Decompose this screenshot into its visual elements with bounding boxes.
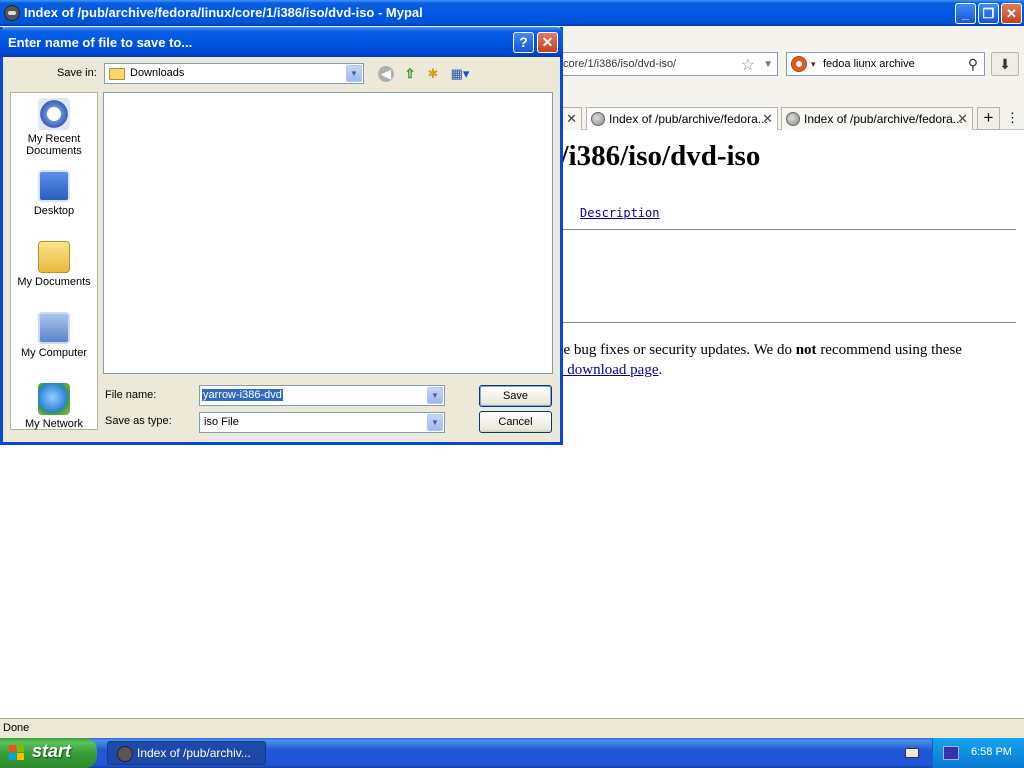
new-folder-icon[interactable]: ✱ bbox=[425, 66, 441, 82]
chevron-down-icon[interactable]: ▼ bbox=[346, 65, 362, 82]
save-as-type-label: Save as type: bbox=[105, 415, 172, 427]
save-as-type-value: iso File bbox=[204, 416, 239, 428]
start-label: start bbox=[32, 741, 72, 761]
clock[interactable]: 6:58 PM bbox=[971, 746, 1012, 758]
tab-close-icon[interactable]: ✕ bbox=[566, 111, 577, 127]
tab-partial[interactable]: ✕ bbox=[560, 107, 582, 130]
file-list[interactable] bbox=[103, 92, 553, 374]
start-button[interactable]: start bbox=[0, 738, 97, 768]
up-folder-icon[interactable]: ⇧ bbox=[402, 66, 418, 82]
recent-documents-icon bbox=[38, 98, 70, 130]
my-documents-icon bbox=[38, 241, 70, 273]
place-label: My Documents bbox=[17, 276, 91, 288]
minimize-button[interactable]: _ bbox=[955, 3, 976, 24]
file-name-value: yarrow-i386-dvd bbox=[202, 389, 283, 401]
notice-text: recommend using these bbox=[816, 342, 962, 358]
search-icon[interactable]: ⚲ bbox=[968, 56, 978, 73]
chevron-down-icon[interactable]: ▼ bbox=[427, 387, 443, 404]
notice-text: . bbox=[658, 362, 663, 378]
search-engine-icon[interactable] bbox=[791, 56, 807, 72]
notice-text: ve bug fixes or security updates. We do bbox=[556, 342, 796, 358]
browser-title: Index of /pub/archive/fedora/linux/core/… bbox=[24, 5, 423, 20]
engine-dropdown-icon[interactable]: ▾ bbox=[811, 59, 816, 70]
folder-icon bbox=[109, 68, 125, 80]
bookmark-star-icon[interactable]: ☆ bbox=[741, 55, 755, 75]
tab-close-icon[interactable]: ✕ bbox=[762, 111, 773, 127]
place-my-documents[interactable]: My Documents bbox=[10, 241, 98, 288]
save-in-dropdown[interactable]: Downloads ▼ bbox=[104, 63, 364, 84]
tab-active[interactable]: Index of /pub/archive/fedora... ✕ bbox=[586, 107, 778, 130]
file-name-label: File name: bbox=[105, 389, 157, 401]
browser-titlebar[interactable]: Index of /pub/archive/fedora/linux/core/… bbox=[0, 0, 1024, 26]
dialog-title: Enter name of file to save to... bbox=[8, 35, 193, 50]
taskbar-item-browser[interactable]: Index of /pub/archiv... bbox=[107, 741, 266, 765]
search-bar[interactable]: ▾ fedoa liunx archive ⚲ bbox=[786, 52, 985, 76]
maximize-button[interactable]: ❐ bbox=[978, 3, 999, 24]
keyboard-icon[interactable] bbox=[905, 748, 919, 758]
status-bar: Done bbox=[0, 718, 1024, 738]
url-bar[interactable]: core/1/i386/iso/dvd-iso/ ☆ ▼ bbox=[540, 52, 778, 76]
globe-icon bbox=[591, 112, 605, 126]
place-my-network[interactable]: My Network bbox=[10, 383, 98, 430]
dialog-titlebar[interactable]: Enter name of file to save to... ? ✕ bbox=[0, 27, 563, 57]
globe-icon bbox=[786, 112, 800, 126]
place-label: My Computer bbox=[20, 347, 88, 359]
mypal-app-icon bbox=[4, 5, 20, 21]
downloads-button[interactable]: ⬇ bbox=[991, 52, 1019, 76]
tab-list-icon[interactable]: ⋮ bbox=[1006, 110, 1019, 126]
new-tab-button[interactable]: + bbox=[977, 107, 1000, 130]
windows-logo-icon bbox=[9, 745, 25, 761]
save-button[interactable]: Save bbox=[479, 385, 552, 407]
system-tray: 6:58 PM bbox=[932, 738, 1024, 768]
mypal-app-icon bbox=[117, 746, 133, 762]
help-button[interactable]: ? bbox=[513, 32, 534, 53]
save-in-value: Downloads bbox=[130, 67, 185, 79]
save-as-type-dropdown[interactable]: iso File ▼ bbox=[199, 412, 445, 433]
tab-close-icon[interactable]: ✕ bbox=[957, 111, 968, 127]
place-label: My Network bbox=[24, 418, 84, 430]
url-text: core/1/i386/iso/dvd-iso/ bbox=[563, 58, 677, 70]
back-icon[interactable]: ◀ bbox=[378, 66, 394, 82]
cancel-button[interactable]: Cancel bbox=[479, 411, 552, 433]
notice-paragraph-2: n download page. bbox=[556, 362, 662, 379]
my-computer-icon bbox=[38, 312, 70, 344]
network-icon[interactable] bbox=[943, 746, 959, 760]
view-menu-icon[interactable]: ▦▾ bbox=[448, 66, 472, 82]
status-text: Done bbox=[3, 722, 30, 734]
taskbar-item-label: Index of /pub/archiv... bbox=[137, 746, 251, 760]
place-my-recent-documents[interactable]: My Recent Documents bbox=[10, 98, 98, 157]
place-label: My Recent bbox=[27, 133, 81, 145]
tab-label: Index of /pub/archive/fedora... bbox=[804, 112, 963, 126]
description-column-link[interactable]: Description bbox=[580, 206, 659, 220]
place-label: Desktop bbox=[33, 205, 75, 217]
tab-second[interactable]: Index of /pub/archive/fedora... ✕ bbox=[781, 107, 973, 130]
download-page-link[interactable]: n download page bbox=[556, 362, 658, 378]
notice-bold: not bbox=[795, 342, 817, 358]
desktop-icon bbox=[38, 170, 70, 202]
chevron-down-icon[interactable]: ▼ bbox=[427, 414, 443, 431]
file-name-input[interactable]: yarrow-i386-dvd ▼ bbox=[199, 385, 445, 406]
download-arrow-icon: ⬇ bbox=[999, 56, 1011, 72]
url-dropdown-icon[interactable]: ▼ bbox=[763, 59, 773, 70]
page-heading: 1/i386/iso/dvd-iso bbox=[546, 140, 761, 172]
dialog-close-button[interactable]: ✕ bbox=[537, 32, 558, 53]
notice-paragraph: ve bug fixes or security updates. We do … bbox=[556, 342, 962, 359]
place-label: Documents bbox=[26, 145, 82, 157]
close-button[interactable]: ✕ bbox=[1001, 3, 1022, 24]
place-desktop[interactable]: Desktop bbox=[10, 170, 98, 217]
my-network-icon bbox=[38, 383, 70, 415]
place-my-computer[interactable]: My Computer bbox=[10, 312, 98, 359]
search-query: fedoa liunx archive bbox=[823, 58, 915, 70]
save-in-label: Save in: bbox=[57, 67, 97, 79]
tab-label: Index of /pub/archive/fedora... bbox=[609, 112, 768, 126]
